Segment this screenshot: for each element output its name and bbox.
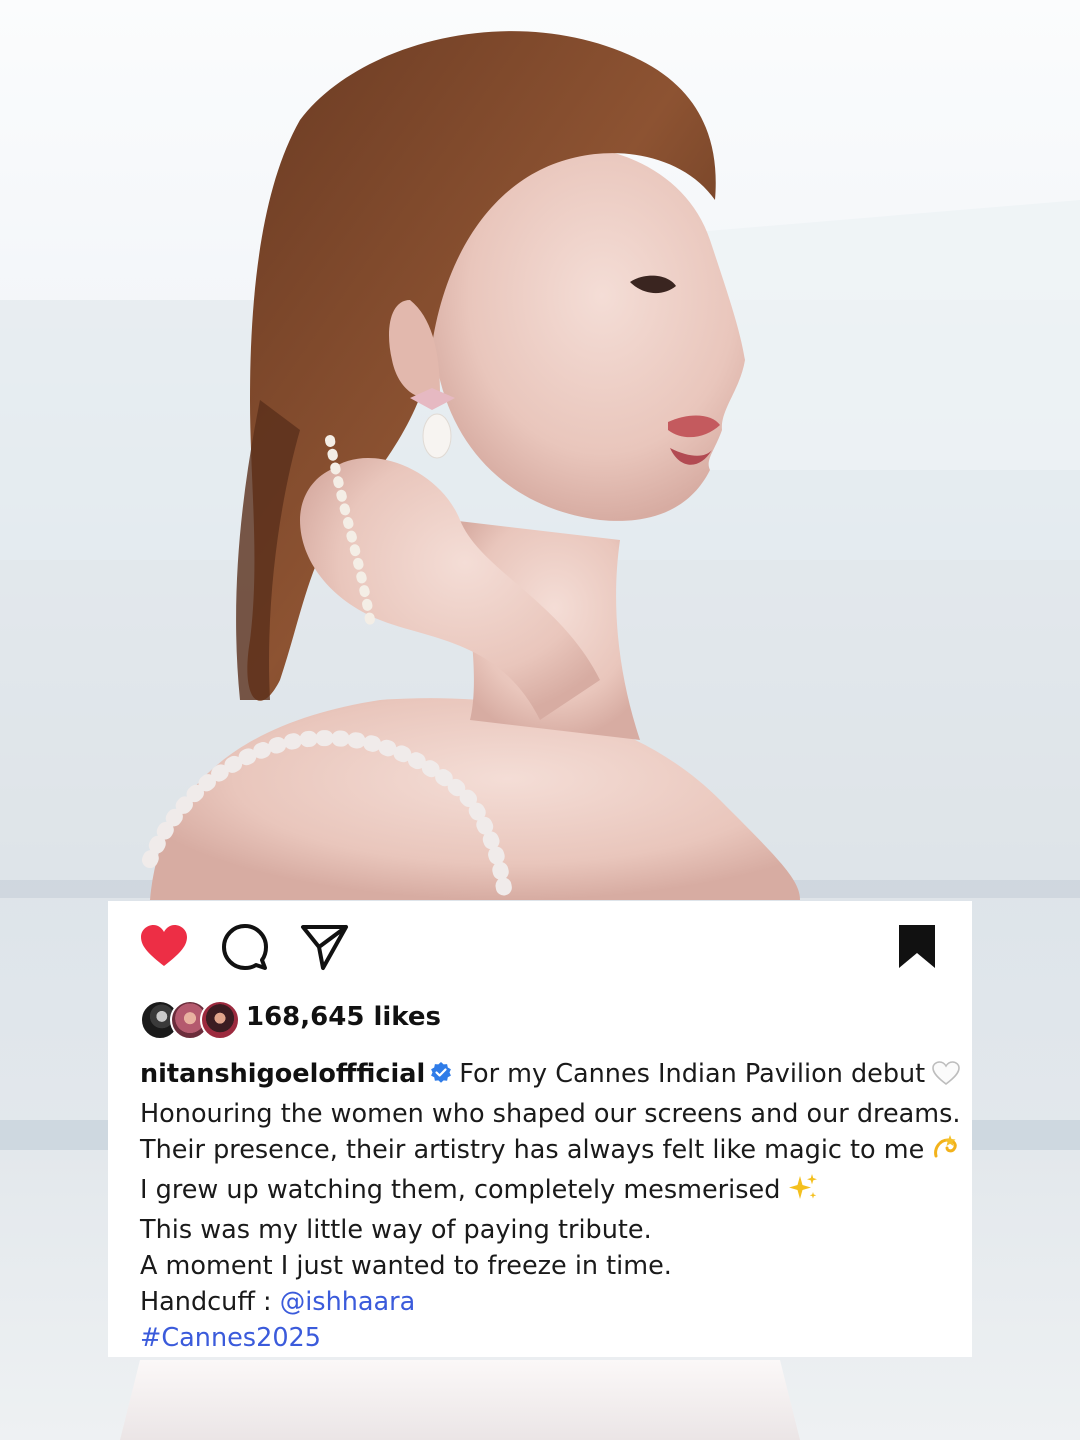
caption-line-2: Honouring the women who shaped our scree… <box>140 1099 961 1129</box>
bookmark-icon <box>899 925 935 968</box>
heart-icon <box>141 925 187 966</box>
caption-line-6: A moment I just wanted to freeze in time… <box>140 1251 672 1281</box>
dizzy-star-icon <box>930 1132 960 1172</box>
caption-line-1: For my Cannes Indian Pavilion debut <box>459 1059 926 1089</box>
caption-username[interactable]: nitanshigoeloffficial <box>140 1059 425 1089</box>
sparkles-icon <box>786 1172 820 1212</box>
caption-line-5: This was my little way of paying tribute… <box>140 1215 652 1245</box>
post-card: 168,645 likes nitanshigoeloffficial For m… <box>108 901 972 1357</box>
comment-icon <box>222 924 268 970</box>
likes-row[interactable]: 168,645 likes <box>140 1000 940 1044</box>
post-caption: nitanshigoeloffficial For my Cannes India… <box>140 1056 961 1356</box>
verified-badge-icon <box>429 1059 453 1095</box>
hashtag-link[interactable]: #Cannes2025 <box>140 1323 321 1353</box>
comment-button[interactable] <box>218 921 270 973</box>
caption-line-3: Their presence, their artistry has alway… <box>140 1135 925 1165</box>
send-icon <box>301 925 348 970</box>
share-button[interactable] <box>298 921 350 973</box>
likes-count[interactable]: 168,645 likes <box>246 1002 441 1032</box>
liker-avatar <box>200 1000 240 1040</box>
mention-link[interactable]: @ishhaara <box>280 1287 416 1317</box>
save-button[interactable] <box>891 921 943 973</box>
action-bar <box>138 921 946 971</box>
like-button[interactable] <box>138 921 190 973</box>
white-heart-icon <box>931 1060 961 1096</box>
credit-label: Handcuff : <box>140 1287 280 1317</box>
caption-line-4: I grew up watching them, completely mesm… <box>140 1175 781 1205</box>
